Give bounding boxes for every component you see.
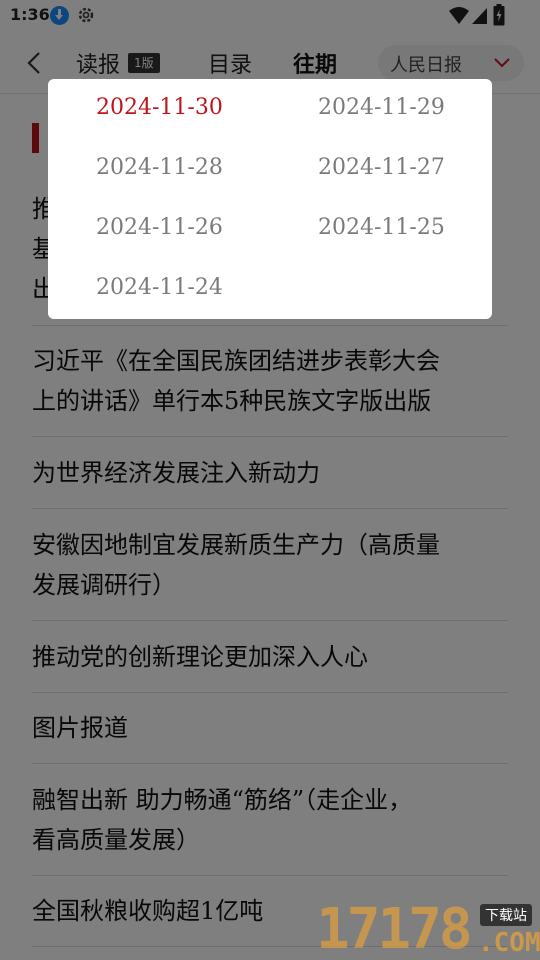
date-option[interactable]: 2024-11-28 (96, 155, 223, 180)
past-issues-date-picker: 2024-11-30 2024-11-29 2024-11-28 2024-11… (48, 79, 492, 319)
date-option[interactable]: 2024-11-25 (318, 215, 445, 240)
date-option[interactable]: 2024-11-27 (318, 155, 445, 180)
date-option[interactable]: 2024-11-26 (96, 215, 223, 240)
date-option[interactable]: 2024-11-30 (96, 95, 223, 120)
watermark-tag: 下载站 (480, 904, 532, 926)
site-watermark: 17178 下载站 .COM (316, 900, 540, 960)
watermark-number: 17178 (316, 897, 473, 960)
watermark-suffix: .COM (478, 928, 540, 958)
date-option[interactable]: 2024-11-24 (96, 275, 223, 300)
date-option[interactable]: 2024-11-29 (318, 95, 445, 120)
